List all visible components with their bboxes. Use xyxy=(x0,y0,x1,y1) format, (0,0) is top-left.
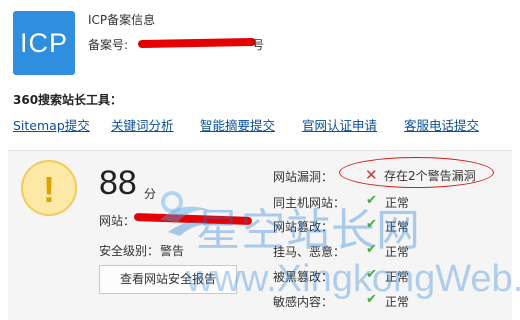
watermark-text: 星空站长网 xyxy=(196,205,421,256)
icp-number-label: 备案号: xyxy=(88,38,129,52)
website-label: 网站： xyxy=(99,214,136,228)
warning-icon: ! xyxy=(21,160,77,216)
icp-number-suffix: 号 xyxy=(252,38,265,52)
tools-title: 360搜索站长工具： xyxy=(13,93,123,107)
link-smart-summary-submit[interactable]: 智能摘要提交 xyxy=(200,115,275,134)
check-label-vulnerability: 网站漏洞： xyxy=(273,170,334,184)
link-keyword-analysis[interactable]: 关键词分析 xyxy=(111,115,174,134)
security-score: 88 xyxy=(99,164,137,202)
icp-title: ICP备案信息 xyxy=(88,13,156,27)
link-support-phone-submit[interactable]: 客服电话提交 xyxy=(404,115,479,134)
link-official-site-verification[interactable]: 官网认证申请 xyxy=(302,115,377,134)
link-sitemap-submit[interactable]: Sitemap提交 xyxy=(13,115,90,134)
watermark-url: www.XingkongWeb.com xyxy=(186,258,520,300)
redaction-mark xyxy=(137,37,257,49)
icp-logo: ICP xyxy=(13,11,75,75)
highlight-ellipse xyxy=(339,157,494,188)
